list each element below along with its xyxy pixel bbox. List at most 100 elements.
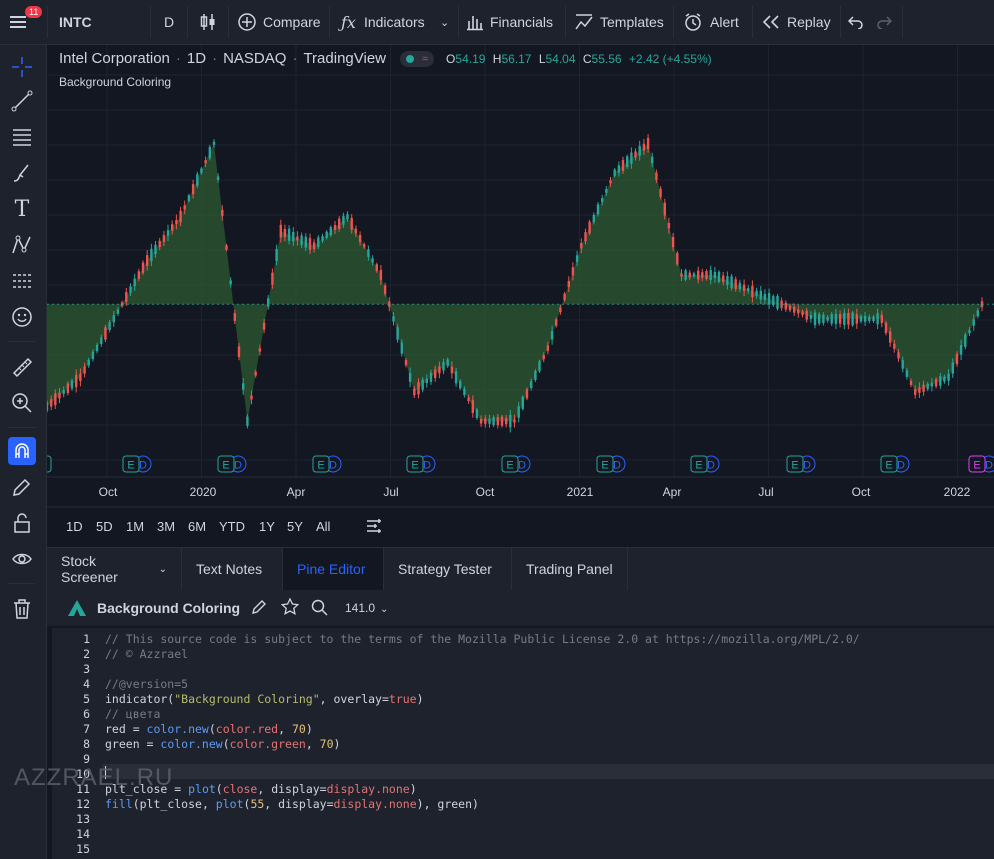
function-icon: ƒx: [341, 12, 356, 32]
timeframe-1y[interactable]: 1Y: [259, 511, 275, 541]
candle-body: [500, 416, 504, 426]
candle-body: [62, 390, 65, 394]
crosshair-tool[interactable]: [8, 53, 36, 81]
zoom-tool[interactable]: [8, 389, 36, 417]
candle-body: [200, 168, 203, 174]
timeframe-3m[interactable]: 3M: [157, 511, 175, 541]
replay-button[interactable]: Replay: [762, 0, 831, 44]
rename-button[interactable]: [251, 599, 267, 620]
text-tool[interactable]: T: [8, 195, 36, 223]
candle-body: [379, 269, 383, 281]
measure-tool[interactable]: [8, 353, 36, 381]
hide-drawings[interactable]: [8, 545, 36, 573]
candle-body: [601, 198, 604, 203]
timeframe-6m[interactable]: 6M: [188, 511, 206, 541]
timeframe-ytd[interactable]: YTD: [219, 511, 245, 541]
timeframe-5d[interactable]: 5D: [96, 511, 113, 541]
event-marker-label: D: [985, 460, 993, 472]
candle-body: [684, 270, 687, 280]
event-marker-label: E: [973, 460, 980, 472]
lock-drawings[interactable]: [8, 509, 36, 537]
replay-label: Replay: [787, 14, 831, 30]
x-tick-label: Oct: [99, 485, 118, 499]
candle-body: [838, 314, 842, 324]
undo-button[interactable]: [848, 0, 864, 44]
candle-body: [91, 351, 95, 360]
pine-editor-header: Background Coloring 141.0 ⌄: [47, 590, 994, 626]
chart-pane[interactable]: EDEDEDEDEDEDEDEDEDEDE Oct2020AprJulOct20…: [47, 45, 994, 545]
price-chart[interactable]: EDEDEDEDEDEDEDEDEDEDE Oct2020AprJulOct20…: [47, 45, 994, 545]
candle-body: [609, 180, 612, 184]
date-range-button[interactable]: [365, 517, 385, 540]
stay-in-drawing-mode[interactable]: [8, 473, 36, 501]
candle-body: [563, 293, 566, 301]
candle-body: [325, 231, 328, 238]
pattern-tool[interactable]: [8, 231, 36, 259]
candle-body: [509, 414, 512, 428]
candle-body: [976, 310, 979, 317]
candle-body: [321, 236, 324, 241]
timeframe-1d[interactable]: 1D: [66, 511, 83, 541]
candle-body: [880, 314, 883, 324]
candle-body: [617, 165, 621, 173]
candle-body: [404, 360, 408, 366]
code-editor[interactable]: 1 2 3 4 5 6 7 8 9 10 11 12 13 14 15 // This source cod…: [52, 628, 994, 859]
redo-icon: [877, 16, 892, 29]
tab-stock-screener[interactable]: Stock Screener ⌄: [47, 548, 182, 590]
candle-body: [450, 366, 454, 374]
candle-body: [951, 362, 954, 374]
candle-body: [463, 388, 466, 396]
timeframe-1m[interactable]: 1M: [126, 511, 144, 541]
event-marker-label: D: [803, 460, 811, 472]
interval-button[interactable]: D: [164, 0, 174, 44]
compare-label: Compare: [263, 14, 321, 30]
tab-trading-panel[interactable]: Trading Panel: [512, 548, 628, 590]
candle-body: [688, 272, 691, 278]
timeframe-all[interactable]: All: [316, 511, 330, 541]
compare-button[interactable]: Compare: [237, 0, 321, 44]
candle-body: [275, 248, 278, 261]
candle-body: [333, 225, 337, 230]
indicators-label: Indicators: [363, 14, 425, 30]
market-status[interactable]: ≈: [400, 50, 435, 67]
candle-body: [375, 264, 378, 272]
indicators-button[interactable]: ƒx Indicators: [341, 0, 425, 44]
candle-body: [634, 151, 637, 158]
tab-text-notes[interactable]: Text Notes: [182, 548, 283, 590]
chevron-down-icon[interactable]: ⌄: [440, 0, 449, 44]
chart-type-button[interactable]: [200, 0, 216, 44]
templates-button[interactable]: Templates: [574, 0, 664, 44]
candle-body: [818, 314, 821, 324]
search-button[interactable]: [311, 599, 328, 621]
symbol-legend[interactable]: Intel Corporation · 1D · NASDAQ · Tradin…: [59, 50, 712, 67]
line-number: 8: [83, 737, 90, 751]
tab-strategy-tester[interactable]: Strategy Tester: [384, 548, 512, 590]
menu-button[interactable]: 11: [8, 0, 44, 44]
icons-tool[interactable]: [8, 303, 36, 331]
candle-body: [630, 152, 633, 164]
candle-body: [87, 359, 90, 366]
trend-line-tool[interactable]: [8, 87, 36, 115]
indicator-legend[interactable]: Background Coloring: [59, 75, 171, 89]
candle-body: [655, 172, 658, 181]
candle-body: [964, 334, 967, 347]
fib-tool[interactable]: [8, 123, 36, 151]
timeframe-5y[interactable]: 5Y: [287, 511, 303, 541]
redo-button[interactable]: [876, 0, 892, 44]
candle-body: [492, 417, 495, 426]
candle-body: [542, 355, 545, 360]
favorite-button[interactable]: [280, 597, 300, 621]
tab-pine-editor[interactable]: Pine Editor: [283, 548, 384, 590]
candle-body: [329, 227, 332, 236]
financials-button[interactable]: Financials: [466, 0, 553, 44]
symbol-search[interactable]: INTC: [59, 0, 92, 44]
line-number: 3: [83, 662, 90, 676]
alert-button[interactable]: Alert: [683, 0, 739, 44]
version-dropdown[interactable]: 141.0 ⌄: [345, 601, 388, 615]
remove-drawings[interactable]: [8, 595, 36, 623]
brush-tool[interactable]: [8, 159, 36, 187]
candle-body: [651, 156, 654, 164]
script-name[interactable]: Background Coloring: [97, 600, 240, 616]
magnet-tool[interactable]: [8, 437, 36, 465]
prediction-tool[interactable]: [8, 267, 36, 295]
